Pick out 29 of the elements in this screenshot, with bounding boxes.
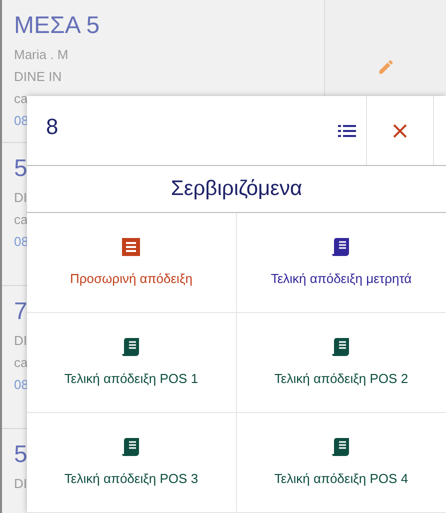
card-text: DI — [14, 475, 27, 493]
receipt-icon — [331, 436, 352, 457]
table-title: ΜΕΣΑ 5 — [14, 11, 100, 41]
list-icon — [338, 124, 356, 138]
edit-icon — [376, 58, 394, 76]
card-text: ca — [14, 211, 28, 229]
receipt-button[interactable]: Τελική απόδειξη POS 1 — [27, 313, 236, 413]
table-number: 8 — [45, 113, 60, 141]
receipt-icon — [121, 336, 142, 357]
table-title: 5 — [14, 440, 28, 470]
card-text: DINE IN — [14, 68, 62, 86]
card-text: DI — [14, 189, 27, 207]
close-icon — [393, 124, 407, 138]
receipt-icon — [331, 336, 352, 357]
card-text: DI — [14, 332, 27, 350]
dialog-title: Σερβιριζόμενα — [170, 176, 302, 202]
receipt-button[interactable]: Τελική απόδειξη μετρητά — [236, 213, 446, 313]
card-text: Maria . M — [14, 46, 68, 64]
card-text: ca — [14, 354, 28, 372]
table-title: 5 — [14, 154, 28, 184]
table-title: 7 — [14, 297, 28, 327]
receipt-button[interactable]: Τελική απόδειξη POS 2 — [236, 313, 446, 413]
receipt-button[interactable]: Τελική απόδειξη POS 3 — [27, 413, 236, 513]
receipt-icon — [331, 236, 352, 257]
receipt-button[interactable]: Προσωρινή απόδειξη — [27, 213, 236, 313]
receipt-icon — [121, 236, 142, 257]
receipt-button[interactable]: Τελική απόδειξη POS 4 — [236, 413, 446, 513]
receipt-icon — [121, 436, 142, 457]
card-text: ca — [14, 90, 28, 108]
